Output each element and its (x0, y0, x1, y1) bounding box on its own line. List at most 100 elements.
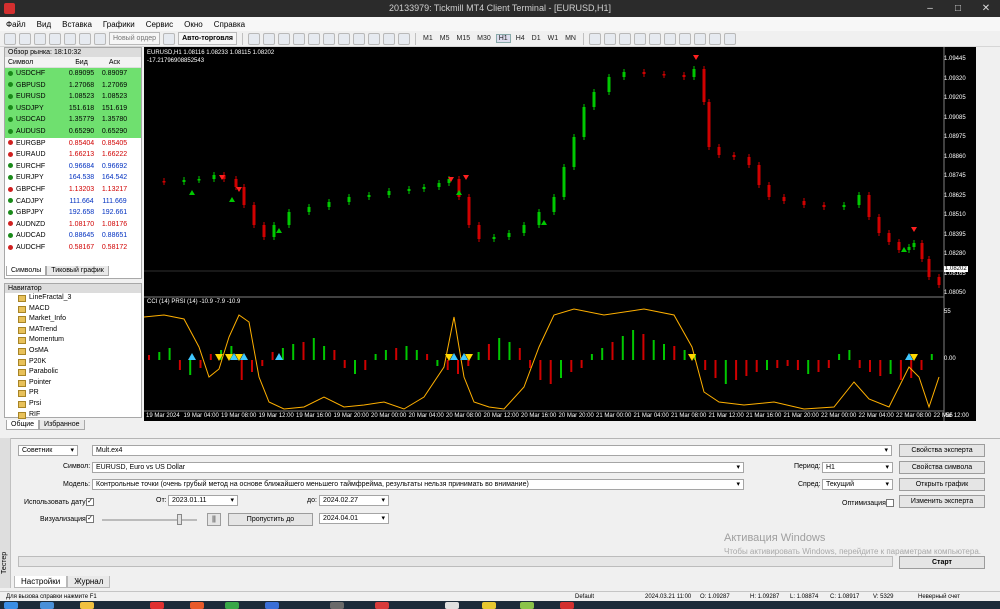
taskbar-app-icon[interactable] (190, 602, 204, 609)
tf-d1[interactable]: D1 (530, 35, 543, 42)
cursor-icon[interactable] (588, 32, 601, 45)
navigator-item[interactable]: Prsi (5, 399, 141, 410)
menu-help[interactable]: Справка (214, 20, 245, 29)
market-watch-row[interactable]: EURUSD 1.08523 1.08523 (5, 91, 141, 103)
expert-select[interactable]: Mult.ex4 (92, 445, 892, 456)
use-date-checkbox[interactable]: ✓ (86, 498, 94, 506)
symbol-properties-button[interactable]: Свойства символа (899, 461, 985, 474)
menu-charts[interactable]: Графики (103, 20, 135, 29)
new-order-button[interactable]: Новый ордер (109, 32, 161, 45)
visual-checkbox[interactable]: ✓ (86, 515, 94, 523)
tf-h1[interactable]: H1 (495, 34, 511, 43)
tab-tick-chart[interactable]: Тиковый график (46, 266, 109, 276)
minimize-icon[interactable]: – (916, 0, 944, 17)
tab-journal[interactable]: Журнал (67, 576, 111, 588)
skip-date-input[interactable]: 2024.04.01 (319, 513, 389, 524)
crosshair-icon[interactable] (603, 32, 616, 45)
taskbar-app-icon[interactable] (150, 602, 164, 609)
menu-tools[interactable]: Сервис (146, 20, 173, 29)
market-watch-row[interactable]: CADJPY 111.664 111.669 (5, 196, 141, 208)
taskbar-app-icon[interactable] (445, 602, 459, 609)
navigator-item[interactable]: Parabolic (5, 367, 141, 378)
periods-icon[interactable] (383, 32, 396, 45)
price-chart[interactable]: EURUSD,H1 1.08116 1.08233 1.08115 1.0820… (144, 47, 976, 421)
market-watch-row[interactable]: EURCHF 0.96684 0.96692 (5, 161, 141, 173)
taskbar-app-icon[interactable] (40, 602, 54, 609)
market-watch-row[interactable]: AUDNZD 1.08170 1.08176 (5, 219, 141, 231)
navigator-item[interactable]: MATrend (5, 325, 141, 336)
market-watch-row[interactable]: AUDUSD 0.65290 0.65290 (5, 125, 141, 138)
taskbar-app-icon[interactable] (520, 602, 534, 609)
model-select[interactable]: Контрольные точки (очень грубый метод на… (92, 479, 744, 490)
tab-favorites[interactable]: Избранное (39, 420, 85, 430)
close-icon[interactable]: ✕ (972, 0, 1000, 17)
market-watch-row[interactable]: AUDCAD 0.88645 0.88651 (5, 230, 141, 242)
line-chart-icon[interactable] (278, 32, 291, 45)
menu-file[interactable]: Файл (6, 20, 26, 29)
tf-w1[interactable]: W1 (546, 35, 561, 42)
market-watch-row[interactable]: GBPJPY 192.658 192.661 (5, 207, 141, 219)
taskbar-app-icon[interactable] (330, 602, 344, 609)
col-bid[interactable]: Бид (65, 57, 98, 67)
spread-select[interactable]: Текущий (822, 479, 893, 490)
tf-m30[interactable]: M30 (475, 35, 493, 42)
profiles-icon[interactable] (19, 32, 31, 45)
chart-shift-icon[interactable] (353, 32, 366, 45)
taskbar-app-icon[interactable] (375, 602, 389, 609)
shapes-icon[interactable] (723, 32, 736, 45)
market-watch-row[interactable]: USDJPY 151.618 151.619 (5, 102, 141, 115)
maximize-icon[interactable]: □ (944, 0, 972, 17)
menu-view[interactable]: Вид (37, 20, 51, 29)
pause-button[interactable]: || (207, 513, 221, 526)
market-watch-row[interactable]: EURAUD 1.66213 1.66222 (5, 149, 141, 161)
navigator-item[interactable]: MACD (5, 304, 141, 315)
tab-common[interactable]: Общие (6, 420, 40, 430)
data-window-icon[interactable] (49, 32, 61, 45)
text-icon[interactable] (693, 32, 706, 45)
navigator-icon[interactable] (64, 32, 76, 45)
taskbar-app-icon[interactable] (482, 602, 496, 609)
optimization-checkbox[interactable] (886, 499, 894, 507)
period-select[interactable]: H1 (822, 462, 893, 473)
market-watch-row[interactable]: GBPCHF 1.13203 1.13217 (5, 184, 141, 196)
navigator-item[interactable]: LineFractal_3 (5, 293, 141, 304)
autotrading-button[interactable]: Авто-торговля (178, 32, 238, 45)
metaeditor-icon[interactable] (163, 32, 176, 45)
tester-type-select[interactable]: Советник (18, 445, 78, 456)
terminal-icon[interactable] (79, 32, 91, 45)
tab-symbols[interactable]: Символы (6, 266, 47, 276)
tile-windows-icon[interactable] (323, 32, 336, 45)
taskbar-mt4-icon[interactable] (560, 602, 574, 609)
navigator-item[interactable]: PR (5, 388, 141, 399)
fibonacci-icon[interactable] (678, 32, 691, 45)
menu-window[interactable]: Окно (184, 20, 203, 29)
indicators-icon[interactable] (368, 32, 381, 45)
navigator-item[interactable]: Market_Info (5, 314, 141, 325)
skip-to-button[interactable]: Пропустить до (228, 513, 313, 526)
zoom-out-icon[interactable] (308, 32, 321, 45)
tf-mn[interactable]: MN (563, 35, 578, 42)
zoom-in-icon[interactable] (293, 32, 306, 45)
tf-m5[interactable]: M5 (438, 35, 452, 42)
navigator-item[interactable]: Pointer (5, 378, 141, 389)
tab-settings[interactable]: Настройки (14, 576, 68, 588)
col-ask[interactable]: Аск (98, 57, 131, 67)
tf-m15[interactable]: M15 (454, 35, 472, 42)
speed-slider-handle[interactable] (177, 514, 182, 525)
speed-slider-track[interactable] (102, 519, 197, 521)
navigator-item[interactable]: P20K (5, 357, 141, 368)
start-button[interactable]: Старт (899, 556, 985, 569)
vertical-line-icon[interactable] (618, 32, 631, 45)
symbol-select[interactable]: EURUSD, Euro vs US Dollar (92, 462, 744, 473)
tf-h4[interactable]: H4 (514, 35, 527, 42)
market-watch-row[interactable]: GBPUSD 1.27068 1.27069 (5, 79, 141, 92)
market-watch-row[interactable]: EURGBP 0.85404 0.85405 (5, 138, 141, 150)
candlestick-icon[interactable] (263, 32, 276, 45)
templates-icon[interactable] (398, 32, 411, 45)
market-watch-row[interactable]: EURJPY 164.538 164.542 (5, 172, 141, 184)
market-watch-row[interactable]: USDCHF 0.89095 0.89097 (5, 68, 141, 80)
open-chart-button[interactable]: Открыть график (899, 478, 985, 491)
autoscroll-icon[interactable] (338, 32, 351, 45)
taskbar-app-icon[interactable] (265, 602, 279, 609)
navigator-item[interactable]: OsMA (5, 346, 141, 357)
